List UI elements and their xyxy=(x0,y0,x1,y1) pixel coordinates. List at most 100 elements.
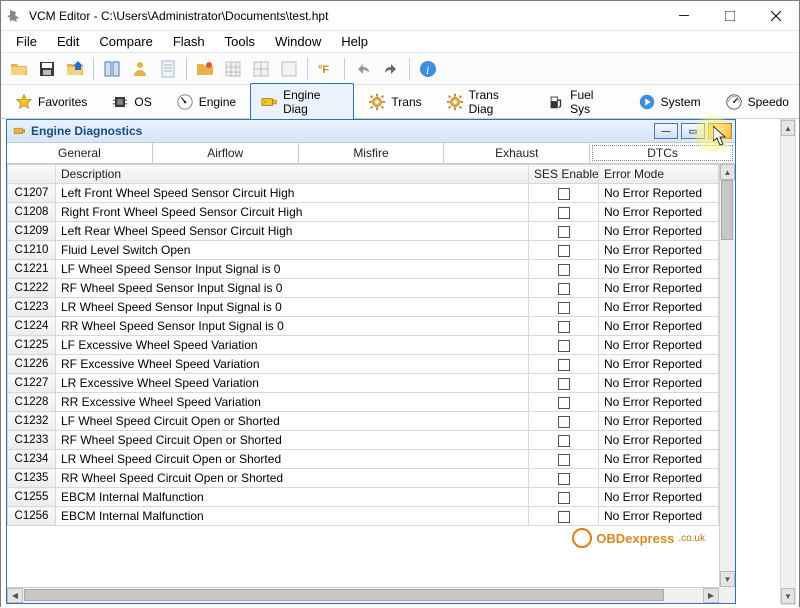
user-icon[interactable] xyxy=(127,56,153,82)
menu-help[interactable]: Help xyxy=(331,32,378,51)
menu-tools[interactable]: Tools xyxy=(215,32,265,51)
error-mode-cell[interactable]: No Error Reported xyxy=(599,260,719,279)
error-mode-cell[interactable]: No Error Reported xyxy=(599,469,719,488)
table-row[interactable]: C1225LF Excessive Wheel Speed VariationN… xyxy=(8,336,719,355)
error-mode-cell[interactable]: No Error Reported xyxy=(599,222,719,241)
table-row[interactable]: C1222RF Wheel Speed Sensor Input Signal … xyxy=(8,279,719,298)
notes-icon[interactable] xyxy=(155,56,181,82)
ses-enable-cell[interactable] xyxy=(529,260,599,279)
error-mode-cell[interactable]: No Error Reported xyxy=(599,336,719,355)
table-row[interactable]: C1226RF Excessive Wheel Speed VariationN… xyxy=(8,355,719,374)
checkbox-icon[interactable] xyxy=(558,264,570,276)
redo-icon[interactable] xyxy=(378,56,404,82)
checkbox-icon[interactable] xyxy=(558,188,570,200)
ses-enable-cell[interactable] xyxy=(529,298,599,317)
tab-engine-diag[interactable]: Engine Diag xyxy=(250,83,354,121)
ses-enable-cell[interactable] xyxy=(529,431,599,450)
col-header-description[interactable]: Description xyxy=(56,165,529,184)
save-icon[interactable] xyxy=(34,56,60,82)
subtab-exhaust[interactable]: Exhaust xyxy=(444,143,590,163)
ses-enable-cell[interactable] xyxy=(529,222,599,241)
checkbox-icon[interactable] xyxy=(558,321,570,333)
error-mode-cell[interactable]: No Error Reported xyxy=(599,431,719,450)
scroll-right-icon[interactable]: ▶ xyxy=(703,588,719,603)
error-mode-cell[interactable]: No Error Reported xyxy=(599,507,719,526)
vertical-scrollbar[interactable]: ▲ ▼ xyxy=(719,164,735,587)
error-mode-cell[interactable]: No Error Reported xyxy=(599,184,719,203)
checkbox-icon[interactable] xyxy=(558,340,570,352)
close-button[interactable] xyxy=(753,1,799,31)
table-row[interactable]: C1209Left Rear Wheel Speed Sensor Circui… xyxy=(8,222,719,241)
ses-enable-cell[interactable] xyxy=(529,393,599,412)
table-row[interactable]: C1234LR Wheel Speed Circuit Open or Shor… xyxy=(8,450,719,469)
folder-settings-icon[interactable] xyxy=(192,56,218,82)
ses-enable-cell[interactable] xyxy=(529,507,599,526)
checkbox-icon[interactable] xyxy=(558,283,570,295)
subtab-airflow[interactable]: Airflow xyxy=(153,143,299,163)
table-row[interactable]: C1232LF Wheel Speed Circuit Open or Shor… xyxy=(8,412,719,431)
ses-enable-cell[interactable] xyxy=(529,336,599,355)
checkbox-icon[interactable] xyxy=(558,378,570,390)
info-icon[interactable]: i xyxy=(415,56,441,82)
ses-enable-cell[interactable] xyxy=(529,488,599,507)
checkbox-icon[interactable] xyxy=(558,245,570,257)
checkbox-icon[interactable] xyxy=(558,416,570,428)
tab-os[interactable]: OS xyxy=(101,88,161,116)
ses-enable-cell[interactable] xyxy=(529,412,599,431)
error-mode-cell[interactable]: No Error Reported xyxy=(599,450,719,469)
col-header-code[interactable] xyxy=(8,165,56,184)
menu-compare[interactable]: Compare xyxy=(89,32,162,51)
table-row[interactable]: C1256EBCM Internal MalfunctionNo Error R… xyxy=(8,507,719,526)
error-mode-cell[interactable]: No Error Reported xyxy=(599,279,719,298)
menu-file[interactable]: File xyxy=(6,32,47,51)
menu-flash[interactable]: Flash xyxy=(163,32,215,51)
ses-enable-cell[interactable] xyxy=(529,469,599,488)
error-mode-cell[interactable]: No Error Reported xyxy=(599,488,719,507)
scroll-thumb[interactable] xyxy=(721,180,733,240)
table-row[interactable]: C1207Left Front Wheel Speed Sensor Circu… xyxy=(8,184,719,203)
child-maximize-button[interactable]: ▭ xyxy=(681,123,705,139)
cf-icon[interactable]: °F xyxy=(313,56,339,82)
ses-enable-cell[interactable] xyxy=(529,374,599,393)
checkbox-icon[interactable] xyxy=(558,435,570,447)
table-row[interactable]: C1233RF Wheel Speed Circuit Open or Shor… xyxy=(8,431,719,450)
checkbox-icon[interactable] xyxy=(558,207,570,219)
menu-window[interactable]: Window xyxy=(265,32,331,51)
tab-favorites[interactable]: Favorites xyxy=(5,88,97,116)
table-row[interactable]: C1227LR Excessive Wheel Speed VariationN… xyxy=(8,374,719,393)
col-header-ses-enable[interactable]: SES Enable xyxy=(529,165,599,184)
error-mode-cell[interactable]: No Error Reported xyxy=(599,298,719,317)
error-mode-cell[interactable]: No Error Reported xyxy=(599,203,719,222)
scroll-down-icon[interactable]: ▼ xyxy=(720,571,735,587)
subtab-general[interactable]: General xyxy=(7,143,153,163)
scroll-down-icon[interactable]: ▼ xyxy=(781,588,795,604)
table-row[interactable]: C1210 Fluid Level Switch OpenNo Error Re… xyxy=(8,241,719,260)
child-close-button[interactable]: ✕ xyxy=(708,123,732,139)
error-mode-cell[interactable]: No Error Reported xyxy=(599,374,719,393)
minimize-button[interactable] xyxy=(661,1,707,31)
checkbox-icon[interactable] xyxy=(558,226,570,238)
tab-engine[interactable]: Engine xyxy=(166,88,246,116)
ses-enable-cell[interactable] xyxy=(529,317,599,336)
tab-speedo[interactable]: Speedo xyxy=(715,88,799,116)
error-mode-cell[interactable]: No Error Reported xyxy=(599,317,719,336)
menu-edit[interactable]: Edit xyxy=(47,32,89,51)
table-row[interactable]: C1221LF Wheel Speed Sensor Input Signal … xyxy=(8,260,719,279)
ses-enable-cell[interactable] xyxy=(529,279,599,298)
error-mode-cell[interactable]: No Error Reported xyxy=(599,393,719,412)
scroll-up-icon[interactable]: ▲ xyxy=(720,164,735,180)
ses-enable-cell[interactable] xyxy=(529,203,599,222)
error-mode-cell[interactable]: No Error Reported xyxy=(599,412,719,431)
undo-icon[interactable] xyxy=(350,56,376,82)
ses-enable-cell[interactable] xyxy=(529,450,599,469)
horizontal-scrollbar[interactable]: ◀ ▶ xyxy=(7,587,719,603)
table-row[interactable]: C1223LR Wheel Speed Sensor Input Signal … xyxy=(8,298,719,317)
table-row[interactable]: C1228RR Excessive Wheel Speed VariationN… xyxy=(8,393,719,412)
compare-icon[interactable] xyxy=(99,56,125,82)
error-mode-cell[interactable]: No Error Reported xyxy=(599,355,719,374)
scroll-thumb-h[interactable] xyxy=(24,589,664,601)
maximize-button[interactable] xyxy=(707,1,753,31)
grid1-icon[interactable] xyxy=(220,56,246,82)
save-as-icon[interactable] xyxy=(62,56,88,82)
child-minimize-button[interactable]: — xyxy=(654,123,678,139)
